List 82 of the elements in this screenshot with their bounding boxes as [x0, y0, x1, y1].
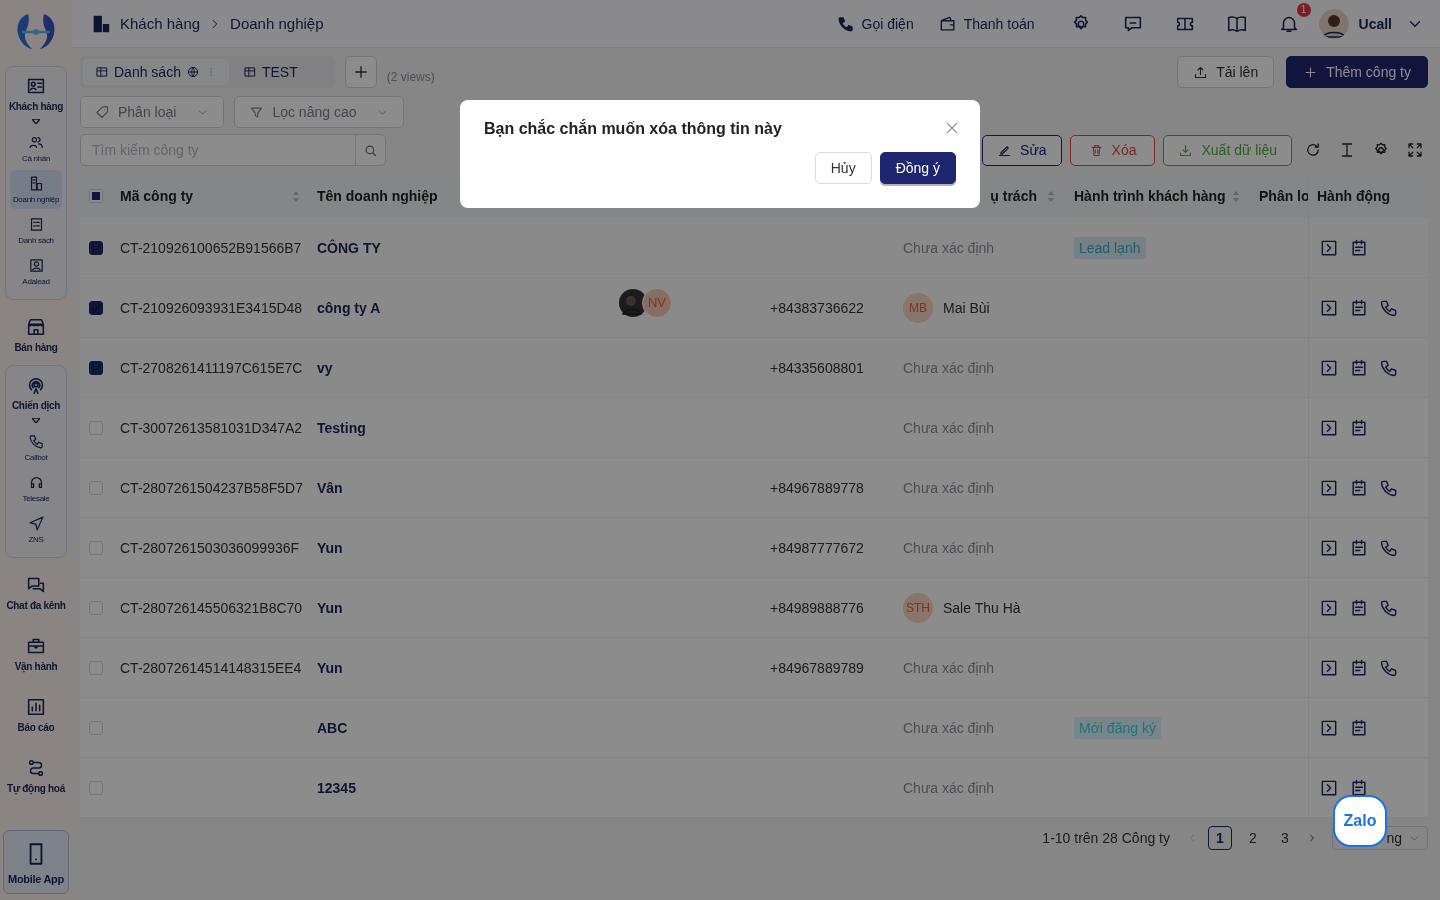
page-link[interactable]: 2 [1242, 827, 1264, 849]
upload-button[interactable]: Tải lên [1177, 56, 1275, 88]
sidebar-item[interactable]: Chat đa kênh [6, 562, 66, 619]
sidebar-subitem[interactable]: ZNS [10, 510, 62, 549]
company-code: CT-28072614514148315EE4 [120, 659, 302, 676]
company-name[interactable]: vy [317, 359, 333, 376]
confirm-button[interactable]: Đồng ý [879, 152, 956, 184]
member-initials: NV [642, 287, 672, 318]
sidebar-subitem[interactable]: Telesale [10, 469, 62, 508]
category-filter[interactable]: Phân loại [80, 96, 225, 128]
column-header: Mã công ty [120, 188, 194, 204]
column-header: Hành động [1317, 188, 1391, 204]
owner-initials: STH [903, 592, 933, 623]
view-tab[interactable]: Danh sách [83, 59, 229, 85]
journey-tag: Mới đăng ký [1074, 716, 1161, 739]
notification-badge: 1 [1296, 2, 1311, 17]
breadcrumb-link[interactable]: Doanh nghiệp [230, 15, 324, 32]
phone-number: +84989888776 [770, 599, 864, 616]
phone-number: +84967889778 [770, 479, 864, 496]
owner-status: Chưa xác định [903, 719, 995, 736]
owner-status: Chưa xác định [903, 419, 995, 436]
sidebar-subitem[interactable]: Callbot [10, 428, 62, 467]
phone-number: +84967889789 [770, 659, 864, 676]
page-link[interactable]: 1 [1208, 826, 1232, 850]
mobile-app-button[interactable]: Mobile App [3, 830, 69, 894]
sidebar-item[interactable]: Vận hành [14, 623, 58, 680]
journey-tag: Lead lạnh [1074, 236, 1146, 259]
phone-number: +84383736622 [770, 299, 864, 316]
page-link[interactable]: 3 [1274, 827, 1296, 849]
company-name[interactable]: Testing [317, 419, 366, 436]
owner-status: Chưa xác định [903, 479, 995, 496]
company-code: CT-2708261411197C615E7C [120, 359, 303, 376]
owner-status: Chưa xác định [903, 659, 995, 676]
company-name[interactable]: CÔNG TY [317, 239, 381, 256]
owner-initials: MB [903, 292, 933, 323]
company-code: CT-280726145506321B8C70 [120, 599, 303, 616]
add-company-button[interactable]: Thêm công ty [1286, 56, 1428, 88]
view-tab[interactable]: TEST [230, 59, 332, 85]
column-header: ụ trách [990, 188, 1037, 204]
column-header: Hành trình khách hàng [1074, 188, 1226, 204]
company-name[interactable]: ABC [317, 719, 348, 736]
company-code: CT-2807261504237B58F5D7 [120, 479, 303, 496]
sidebar-item[interactable]: Chiến dịch [11, 372, 61, 413]
advanced-filter[interactable]: Lọc nâng cao [234, 96, 405, 128]
owner-status: Chưa xác định [903, 779, 995, 796]
cancel-button[interactable]: Hủy [814, 152, 872, 184]
owner-status: Chưa xác định [903, 539, 995, 556]
sidebar-item[interactable]: Tự động hoá [7, 745, 65, 802]
company-name[interactable]: công ty A [317, 299, 381, 316]
sidebar-item[interactable]: Báo cáo [17, 684, 55, 741]
owner-status: Chưa xác định [903, 239, 995, 256]
call-link[interactable]: Gọi điện [835, 13, 914, 34]
sidebar-subitem[interactable]: Danh sách [10, 211, 62, 250]
breadcrumb-link[interactable]: Khách hàng [120, 15, 201, 32]
delete-button[interactable]: Xóa [1069, 134, 1156, 166]
view-count: (2 views) [386, 70, 435, 84]
column-header: Tên doanh nghiệp [317, 188, 438, 204]
company-code: CT-210926100652B91566B7 [120, 239, 302, 256]
phone-number: +84335608801 [770, 359, 864, 376]
chat-widget-button[interactable]: Zalo [1333, 795, 1387, 847]
sidebar-item[interactable]: Bán hàng [14, 304, 58, 361]
edit-button[interactable]: Sửa [982, 134, 1062, 166]
pagination-summary: 1-10 trên 28 Công ty [1042, 830, 1170, 846]
company-name[interactable]: 12345 [317, 779, 356, 796]
company-name[interactable]: Vân [317, 479, 343, 496]
company-name[interactable]: Yun [317, 539, 343, 556]
sidebar-subitem[interactable]: Doanh nghiệp [10, 170, 62, 209]
dialog-title: Bạn chắc chắn muốn xóa thông tin này [484, 120, 782, 138]
company-code: CT-210926093931E3415D48 [120, 299, 303, 316]
user-name[interactable]: Ucall [1358, 15, 1392, 32]
company-name[interactable]: Yun [317, 659, 343, 676]
owner-name: Sale Thu Hà [943, 599, 1021, 616]
company-code: CT-30072613581031D347A2 [120, 419, 303, 436]
sidebar-item[interactable]: Khách hàng [8, 73, 64, 114]
company-code: CT-2807261503036099936F [120, 539, 300, 556]
sidebar-subitem[interactable]: Cá nhân [10, 129, 62, 168]
sidebar-subitem[interactable]: Adalead [10, 252, 62, 291]
payment-link[interactable]: Thanh toán [937, 13, 1035, 34]
phone-number: +84987777672 [770, 539, 864, 556]
owner-name: Mai Bùi [943, 299, 990, 316]
company-name[interactable]: Yun [317, 599, 343, 616]
owner-status: Chưa xác định [903, 359, 995, 376]
